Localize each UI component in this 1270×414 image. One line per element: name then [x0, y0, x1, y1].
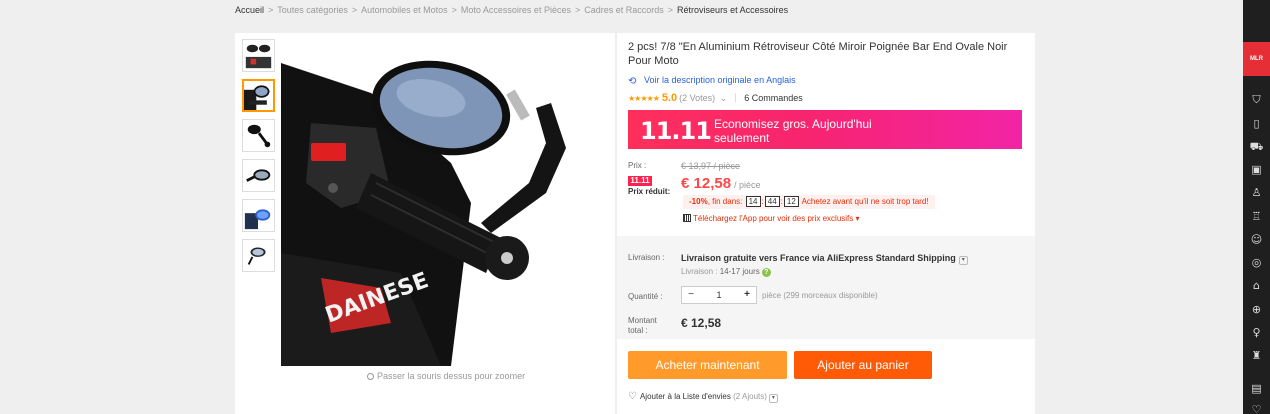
quantity-label: Quantité : — [628, 292, 663, 301]
promo-badge: 11.11 — [640, 117, 712, 145]
discount-percent: -10% — [689, 197, 708, 206]
thumbnail-4[interactable] — [242, 159, 275, 192]
product-title: 2 pcs! 7/8 "En Aluminium Rétroviseur Côt… — [628, 41, 1008, 67]
product-main-image[interactable]: DAINESE — [281, 33, 612, 366]
wallet-icon[interactable]: ▤ — [1249, 381, 1264, 396]
orders-count: 6 Commandes — [744, 93, 803, 103]
phone-icon[interactable]: ▯ — [1249, 116, 1264, 131]
thumbnail-3[interactable] — [242, 119, 275, 152]
promo-banner[interactable]: 11.11 Economisez gros. Aujourd'hui seule… — [628, 110, 1022, 149]
heart-icon: ♡ — [628, 391, 637, 402]
promo-text: Economisez gros. Aujourd'hui seulement — [714, 117, 872, 145]
total-amount: € 12,58 — [681, 316, 722, 330]
product-info-panel: 2 pcs! 7/8 "En Aluminium Rétroviseur Côt… — [617, 33, 1035, 414]
thumbnail-6[interactable] — [242, 239, 275, 272]
timer-seconds: 12 — [783, 196, 799, 207]
image-gallery: DAINESE Passer la souris dessus pour zoo… — [235, 33, 615, 414]
ball-icon[interactable]: ◎ — [1249, 255, 1264, 270]
thumbnail-5[interactable] — [242, 199, 275, 232]
heart-icon[interactable]: ♡ — [1249, 402, 1264, 414]
shipping-label: Livraison : — [628, 253, 665, 262]
bag-icon[interactable]: ⌂ — [1249, 278, 1264, 293]
rating-score: 5.0 — [661, 92, 678, 104]
breadcrumb: Accueil > Toutes catégories > Automobiles et… — [235, 5, 789, 15]
wishlist-link[interactable]: ♡ Ajouter à la Liste d'envies (2 Ajouts) ▾ — [628, 391, 778, 403]
quantity-decrease-button[interactable]: − — [682, 287, 700, 303]
chevron-down-icon[interactable]: ⌄ — [717, 93, 728, 103]
zoom-hint: Passer la souris dessus pour zoomer — [367, 371, 525, 381]
breadcrumb-automobiles[interactable]: Automobiles et Motos — [361, 5, 448, 15]
thumbnail-2[interactable] — [242, 79, 275, 112]
shoe-icon[interactable]: ♙ — [1249, 185, 1264, 200]
chevron-down-icon: ▾ — [958, 256, 968, 265]
rating-stars[interactable]: ★★★★★ — [628, 94, 660, 103]
toy-icon[interactable]: ♜ — [1249, 348, 1264, 363]
app-promo-link[interactable]: Téléchargez l'App pour voir des prix exc… — [683, 214, 860, 223]
shipping-section: Livraison : Livraison gratuite vers Fran… — [617, 236, 1035, 339]
breadcrumb-moto-accessories[interactable]: Moto Accessoires et Pièces — [461, 5, 571, 15]
translate-icon: ⟲ — [628, 76, 637, 87]
category-sidebar: MLR ⛉ ▯ ⛟ ▣ ♙ ♖ ☺ ◎ ⌂ ⊕ ♀ ♜ ▤ ♡ — [1243, 0, 1270, 414]
thumbnail-list — [242, 39, 276, 279]
timer-hours: 14 — [745, 196, 761, 207]
delivery-time: Livraison : 14-17 jours? — [681, 267, 771, 277]
bottle-icon[interactable]: ♖ — [1249, 209, 1264, 224]
help-icon[interactable]: ? — [761, 268, 771, 277]
timer-minutes: 44 — [764, 196, 780, 207]
sale-badge: 11.11 — [628, 176, 652, 186]
brand-logo[interactable]: MLR — [1243, 42, 1270, 76]
shipping-method[interactable]: Livraison gratuite vers France via AliEx… — [681, 253, 968, 265]
stock-available: pièce (299 morceaux disponible) — [762, 291, 878, 300]
buy-now-button[interactable]: Acheter maintenant — [628, 351, 787, 379]
price-label: Prix : — [628, 161, 647, 170]
camera-icon[interactable]: ▣ — [1249, 162, 1264, 177]
breadcrumb-all-categories[interactable]: Toutes catégories — [277, 5, 348, 15]
breadcrumb-home[interactable]: Accueil — [235, 5, 264, 15]
breadcrumb-frames[interactable]: Cadres et Raccords — [584, 5, 664, 15]
bulb-icon[interactable]: ♀ — [1249, 325, 1264, 340]
quantity-increase-button[interactable]: + — [738, 287, 756, 303]
sale-price: € 12,58/ pièce — [681, 175, 761, 192]
chevron-down-icon: ▾ — [768, 394, 778, 403]
quantity-stepper: − 1 + — [681, 286, 757, 304]
rating-votes[interactable]: (2 Votes) — [679, 93, 715, 103]
car-icon[interactable]: ⛟ — [1249, 139, 1264, 154]
quantity-input[interactable]: 1 — [702, 287, 736, 303]
magnifier-icon — [367, 373, 374, 380]
qr-code-icon — [683, 214, 691, 222]
discount-countdown: -10%, fin dans: 14:44:12 Achetez avant q… — [683, 195, 935, 209]
shirt-icon[interactable]: ⛉ — [1249, 92, 1264, 107]
urgency-text: Achetez avant qu'il ne soit trop tard! — [801, 197, 929, 206]
breadcrumb-current[interactable]: Rétroviseurs et Accessoires — [677, 5, 788, 15]
reduced-price-label: Prix réduit: — [628, 187, 671, 196]
original-price: € 13,97 / pièce — [681, 161, 741, 171]
add-to-cart-button[interactable]: Ajouter au panier — [794, 351, 932, 379]
total-label: Montant total : — [628, 316, 657, 335]
rating-row: ★★★★★ 5.0 (2 Votes) ⌄ 6 Commandes — [628, 92, 803, 104]
translate-link[interactable]: ⟲ Voir la description originale en Anglai… — [628, 75, 796, 87]
thumbnail-1[interactable] — [242, 39, 275, 72]
baby-icon[interactable]: ☺ — [1249, 232, 1264, 247]
sport-icon[interactable]: ⊕ — [1249, 302, 1264, 317]
